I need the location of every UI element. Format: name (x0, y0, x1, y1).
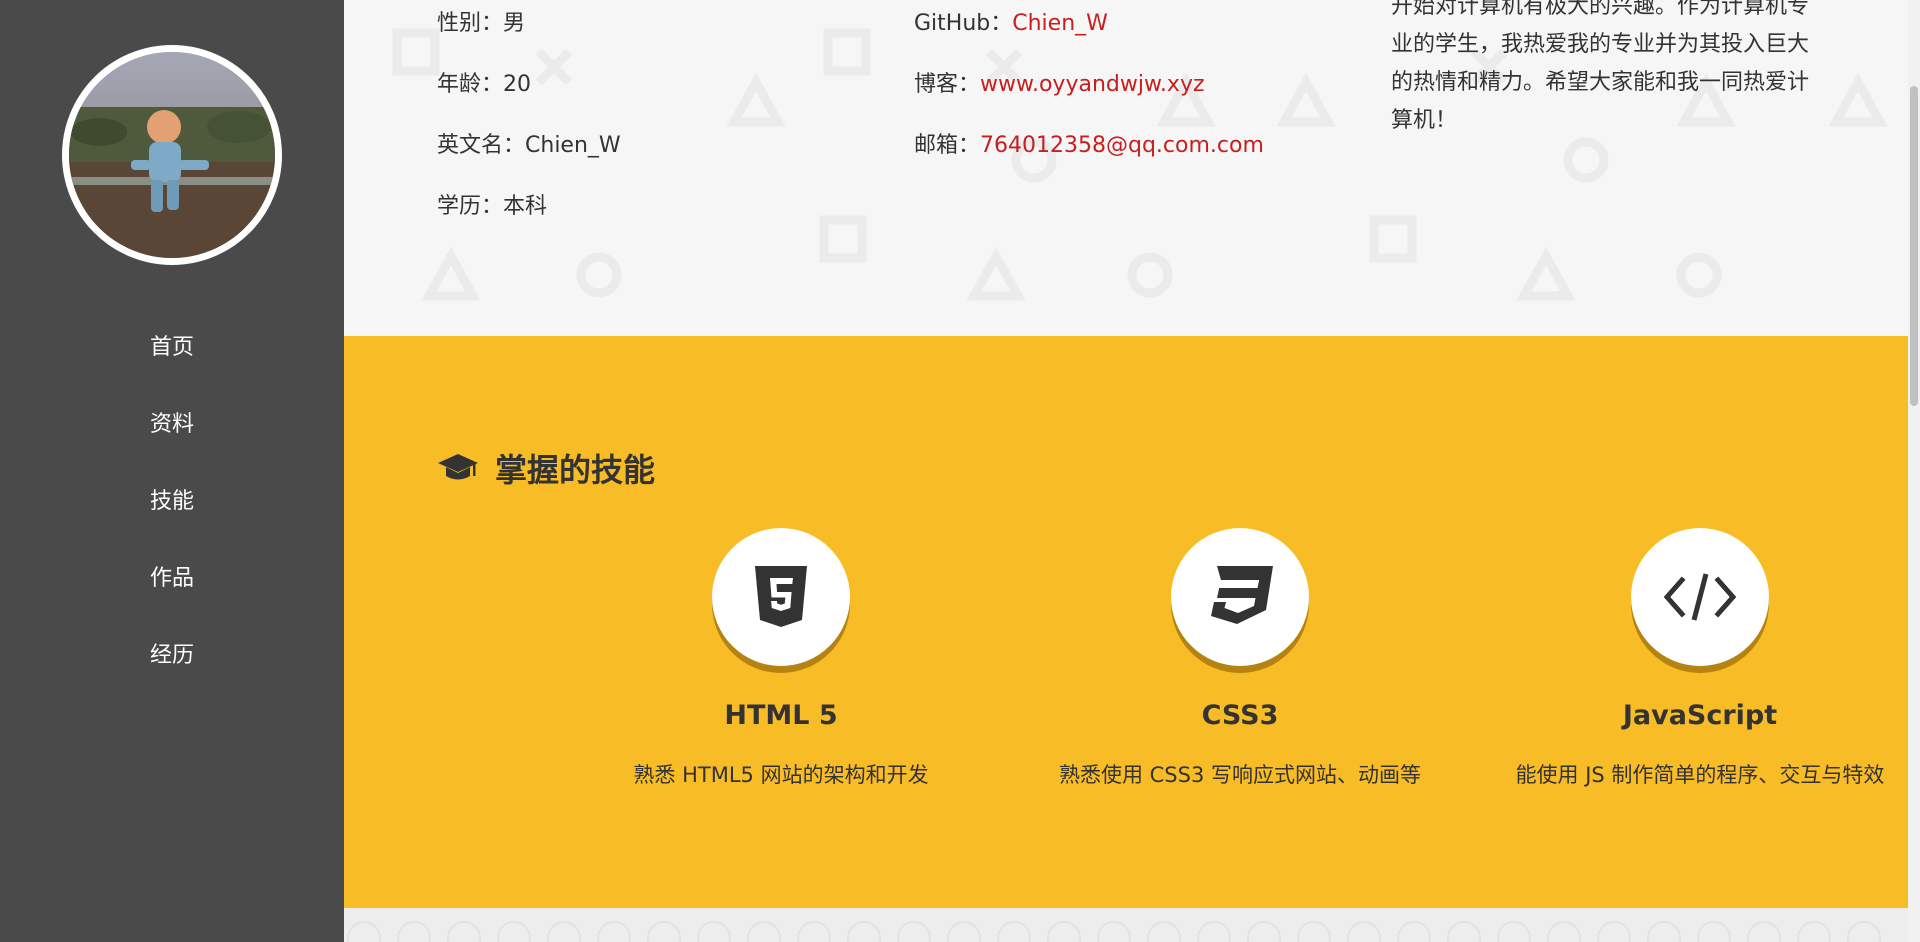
skill-card-javascript: JavaScript 能使用 JS 制作简单的程序、交互与特效 (1470, 528, 1908, 793)
profile-bio: 开始对计算机有极大的兴趣。作为计算机专 业的学生，我热爱我的专业并为其投入巨大 … (1391, 0, 1831, 140)
bio-line: 算机！ (1391, 108, 1458, 133)
skill-name: HTML 5 (724, 700, 838, 731)
skills-heading: 掌握的技能 (437, 446, 655, 490)
blog-link[interactable]: www.oyyandwjw.xyz (980, 72, 1205, 97)
info-education: 学历：本科 (437, 194, 548, 219)
profile-contact-info: GitHub：Chien_W 博客：www.oyyandwjw.xyz 邮箱：7… (914, 0, 1264, 183)
skill-description: 熟悉使用 CSS3 写响应式网站、动画等 (1058, 763, 1422, 787)
page-scrollbar[interactable] (1908, 0, 1920, 942)
info-gender: 性别：男 (437, 11, 526, 36)
scrollbar-thumb[interactable] (1910, 86, 1918, 406)
nav-item-experience[interactable]: 经历 (0, 628, 344, 705)
email-link[interactable]: 764012358@qq.com.com (980, 133, 1264, 158)
info-github: GitHub：Chien_W (914, 11, 1108, 36)
avatar[interactable] (62, 45, 282, 265)
main-content: 性别：男 年龄：20 英文名：Chien_W 学历：本科 GitHub：Chie… (344, 0, 1908, 942)
info-blog: 博客：www.oyyandwjw.xyz (914, 72, 1205, 97)
profile-section: 性别：男 年龄：20 英文名：Chien_W 学历：本科 GitHub：Chie… (344, 0, 1908, 336)
skill-card-html5: HTML 5 熟悉 HTML5 网站的架构和开发 (551, 528, 1011, 793)
avatar-photo (69, 52, 275, 258)
code-icon (1664, 573, 1736, 621)
skill-name: JavaScript (1622, 700, 1778, 731)
sidebar-nav: 首页 资料 技能 作品 经历 (0, 320, 344, 705)
info-english-name: 英文名：Chien_W (437, 133, 621, 158)
profile-basic-info: 性别：男 年龄：20 英文名：Chien_W 学历：本科 (437, 0, 621, 244)
skill-description: 能使用 JS 制作简单的程序、交互与特效 (1515, 763, 1885, 787)
bio-line: 开始对计算机有极大的兴趣。作为计算机专 (1391, 0, 1810, 19)
bio-line: 的热情和精力。希望大家能和我一同热爱计 (1391, 70, 1810, 95)
next-section-pattern (344, 908, 1908, 942)
skills-section: 掌握的技能 HTML 5 熟悉 HTML5 网站的架构和开发 CSS3 熟悉使用… (344, 336, 1908, 908)
info-age: 年龄：20 (437, 72, 532, 97)
skill-icon-circle (1171, 528, 1309, 666)
skills-title: 掌握的技能 (495, 451, 656, 489)
skill-icon-circle (1631, 528, 1769, 666)
nav-item-skills[interactable]: 技能 (0, 474, 344, 551)
nav-item-home[interactable]: 首页 (0, 320, 344, 397)
sidebar: 首页 资料 技能 作品 经历 (0, 0, 344, 942)
github-link[interactable]: Chien_W (1012, 11, 1108, 36)
bio-line: 业的学生，我热爱我的专业并为其投入巨大 (1391, 32, 1810, 57)
nav-item-profile[interactable]: 资料 (0, 397, 344, 474)
info-email: 邮箱：764012358@qq.com.com (914, 133, 1264, 158)
css3-icon (1211, 566, 1273, 624)
skill-description: 熟悉 HTML5 网站的架构和开发 (633, 763, 929, 787)
html5-icon (755, 566, 807, 627)
skill-icon-circle (712, 528, 850, 666)
nav-item-works[interactable]: 作品 (0, 551, 344, 628)
skill-name: CSS3 (1201, 700, 1279, 731)
graduation-cap-icon (437, 452, 479, 484)
decorative-pattern (347, 921, 1881, 942)
skill-card-css3: CSS3 熟悉使用 CSS3 写响应式网站、动画等 (1010, 528, 1470, 793)
